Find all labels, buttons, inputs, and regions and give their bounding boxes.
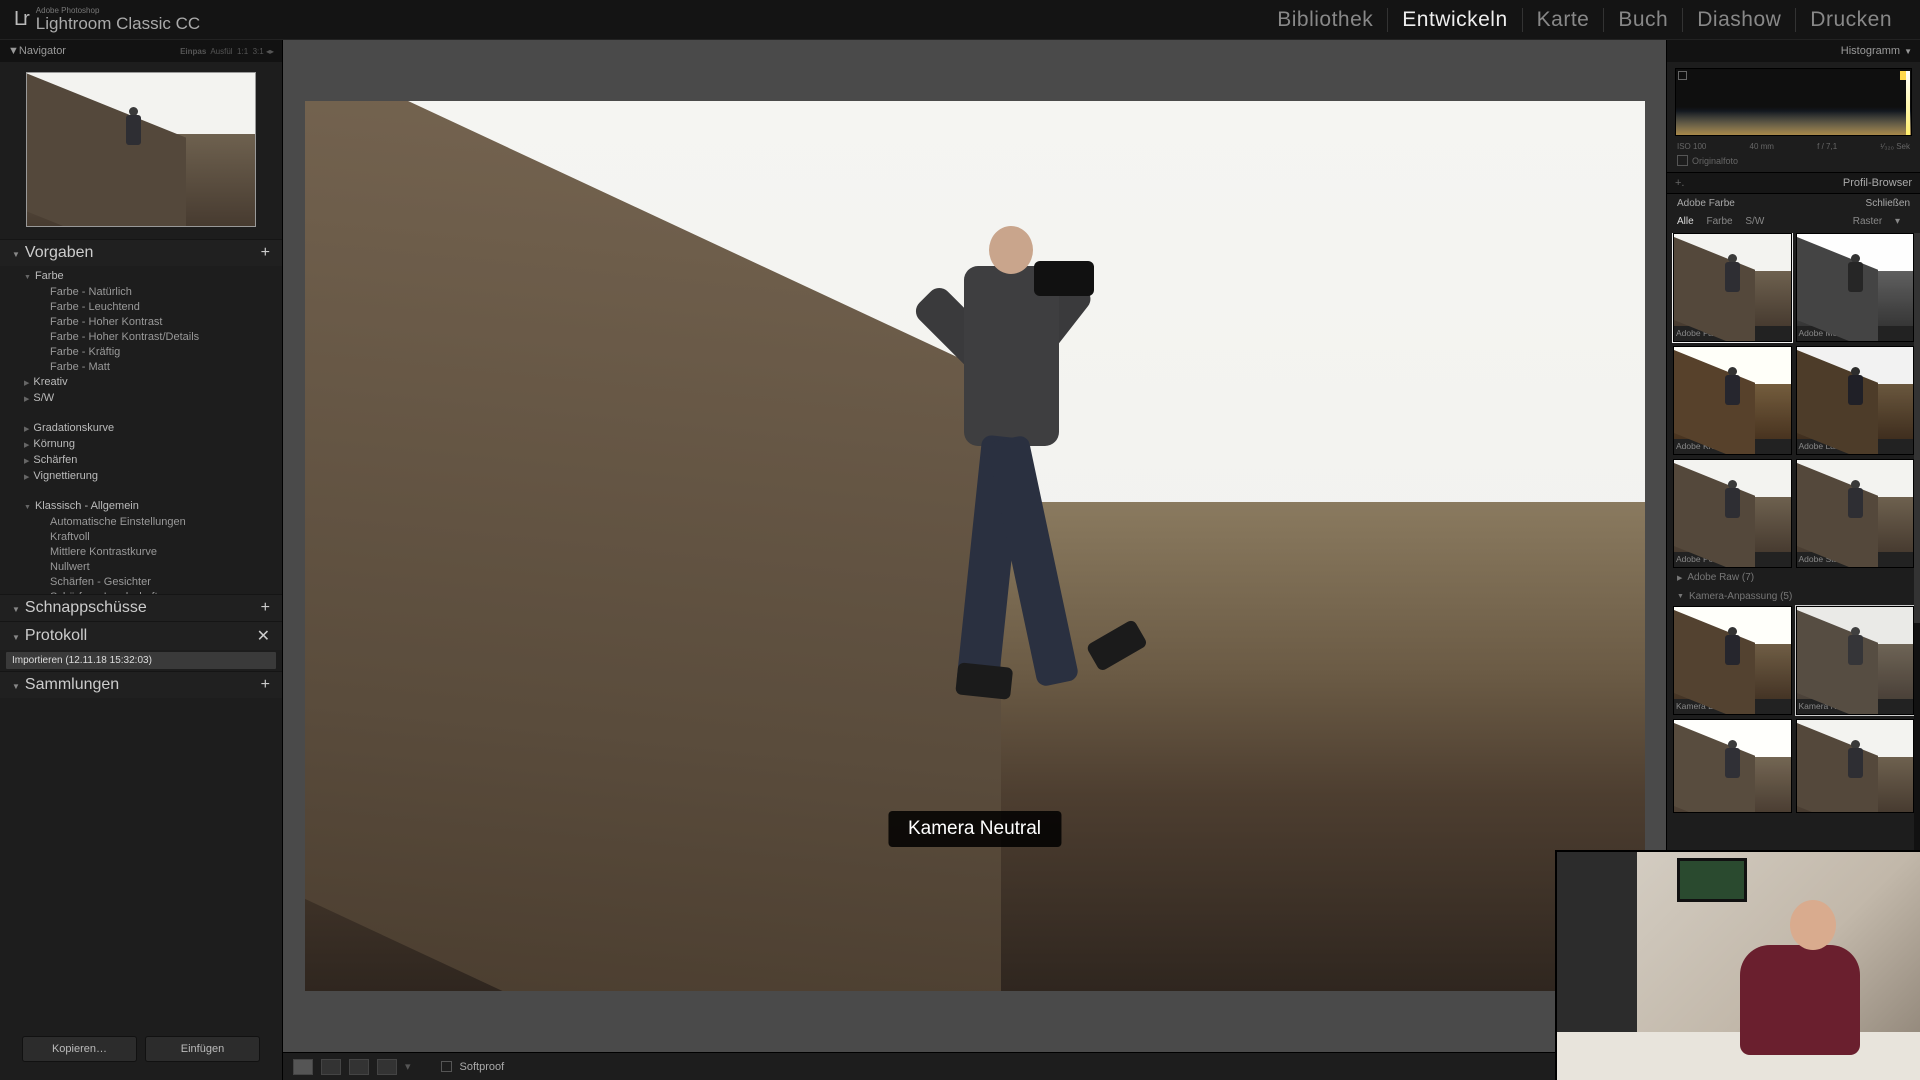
collections-section-header[interactable]: ▼Sammlungen + <box>0 671 282 698</box>
preset-item[interactable]: Nullwert <box>24 559 282 574</box>
chevron-down-icon[interactable]: ▼ <box>1904 47 1912 56</box>
preset-group-sw[interactable]: ▶S/W <box>24 390 282 406</box>
preset-item[interactable]: Farbe - Leuchtend <box>24 299 282 314</box>
profile-card[interactable]: ☆Adobe Standard <box>1796 459 1915 568</box>
exif-readout: ISO 100 40 mm f / 7,1 ¹⁄₃₂₀ Sek <box>1667 140 1920 153</box>
profile-view-mode[interactable]: Raster ▾ <box>1853 216 1900 227</box>
preset-item[interactable]: Farbe - Natürlich <box>24 284 282 299</box>
softproof-label: Softproof <box>460 1061 505 1073</box>
add-preset-icon[interactable]: + <box>261 244 270 262</box>
profile-card[interactable] <box>1673 719 1792 813</box>
preset-item[interactable]: Mittlere Kontrastkurve <box>24 544 282 559</box>
module-library[interactable]: Bibliothek <box>1263 8 1387 32</box>
profile-browser-title[interactable]: Profil-Browser <box>1843 177 1912 189</box>
filter-color[interactable]: Farbe <box>1706 216 1732 227</box>
profile-card[interactable]: ☆Adobe Portrait <box>1673 459 1792 568</box>
preset-group-kreativ[interactable]: ▶Kreativ <box>24 374 282 390</box>
filter-all[interactable]: Alle <box>1677 216 1694 227</box>
profile-card[interactable] <box>1796 719 1915 813</box>
profile-card[interactable]: ☆Adobe Landschaft <box>1796 346 1915 455</box>
before-after-tb-icon[interactable] <box>349 1059 369 1075</box>
loupe-view-icon[interactable] <box>293 1059 313 1075</box>
preset-item[interactable]: Schärfen - Gesichter <box>24 574 282 589</box>
module-develop[interactable]: Entwickeln <box>1387 8 1521 32</box>
preset-item[interactable]: Farbe - Kräftig <box>24 344 282 359</box>
profile-preview-badge: Kamera Neutral <box>888 811 1061 847</box>
add-snapshot-icon[interactable]: + <box>261 599 270 617</box>
softproof-checkbox[interactable] <box>441 1061 452 1072</box>
add-profile-icon[interactable]: +. <box>1675 177 1684 189</box>
profile-group-adobe-raw[interactable]: ▶Adobe Raw (7) <box>1667 568 1920 587</box>
before-after-lr-icon[interactable] <box>321 1059 341 1075</box>
app-brand: Lr Adobe Photoshop Lightroom Classic CC <box>14 7 200 32</box>
histogram[interactable] <box>1675 68 1912 136</box>
shadow-clip-icon[interactable] <box>1678 71 1687 80</box>
presets-tree: ▼Farbe Farbe - Natürlich Farbe - Leuchte… <box>0 266 282 594</box>
copy-settings-button[interactable]: Kopieren… <box>22 1036 137 1062</box>
before-after-split-icon[interactable] <box>377 1059 397 1075</box>
preset-item[interactable]: Farbe - Hoher Kontrast/Details <box>24 329 282 344</box>
preset-group-grad[interactable]: ▶Gradationskurve <box>24 420 282 436</box>
lightroom-logo-icon: Lr <box>14 8 28 31</box>
main-canvas[interactable]: Kamera Neutral <box>283 40 1666 1052</box>
history-entry[interactable]: Importieren (12.11.18 15:32:03) <box>6 652 276 669</box>
module-book[interactable]: Buch <box>1603 8 1682 32</box>
profile-card[interactable]: ☆Adobe Kräftig <box>1673 346 1792 455</box>
photo-preview <box>305 101 1645 991</box>
module-switcher: Bibliothek Entwickeln Karte Buch Diashow… <box>1263 8 1906 32</box>
preset-group-klass-allg[interactable]: ▼Klassisch - Allgemein <box>24 498 282 514</box>
original-checkbox[interactable] <box>1677 155 1688 166</box>
preset-group-korn[interactable]: ▶Körnung <box>24 436 282 452</box>
module-print[interactable]: Drucken <box>1795 8 1906 32</box>
profile-card[interactable]: ☆Kamera Landschaft <box>1673 606 1792 715</box>
add-collection-icon[interactable]: + <box>261 676 270 694</box>
current-profile-label: Adobe Farbe <box>1677 198 1735 209</box>
loupe-toolbar: ▾ Softproof <box>283 1052 1666 1080</box>
profile-group-camera[interactable]: ▼Kamera-Anpassung (5) <box>1667 587 1920 606</box>
navigator-title[interactable]: Navigator <box>19 45 66 57</box>
module-map[interactable]: Karte <box>1522 8 1604 32</box>
navigator-zoom-levels[interactable]: Einpas Ausfül 1:1 3:1 ◂▸ <box>180 47 274 56</box>
profile-card[interactable]: ☆Kamera Neutral <box>1796 606 1915 715</box>
profile-card[interactable]: ☆Adobe Monochrom <box>1796 233 1915 342</box>
profile-card[interactable]: ☆Adobe Farbe <box>1673 233 1792 342</box>
preset-group-scharf[interactable]: ▶Schärfen <box>24 452 282 468</box>
original-label: Originalfoto <box>1692 156 1738 166</box>
clear-history-icon[interactable]: ✕ <box>257 626 270 646</box>
close-profile-browser-button[interactable]: Schließen <box>1866 198 1910 209</box>
brand-title: Lightroom Classic CC <box>36 15 200 32</box>
preset-group-vign[interactable]: ▶Vignettierung <box>24 468 282 484</box>
module-slideshow[interactable]: Diashow <box>1682 8 1795 32</box>
presets-section-header[interactable]: ▼Vorgaben + <box>0 239 282 266</box>
navigator-preview[interactable] <box>26 72 256 227</box>
snapshots-section-header[interactable]: ▼Schnappschüsse + <box>0 594 282 621</box>
filter-bw[interactable]: S/W <box>1745 216 1764 227</box>
preset-item[interactable]: Farbe - Hoher Kontrast <box>24 314 282 329</box>
webcam-overlay <box>1555 850 1920 1080</box>
history-section-header[interactable]: ▼Protokoll ✕ <box>0 621 282 650</box>
preset-group-farbe[interactable]: ▼Farbe <box>24 268 282 284</box>
preset-item[interactable]: Kraftvoll <box>24 529 282 544</box>
histogram-title[interactable]: Histogramm <box>1841 45 1900 57</box>
paste-settings-button[interactable]: Einfügen <box>145 1036 260 1062</box>
preset-item[interactable]: Farbe - Matt <box>24 359 282 374</box>
preset-item[interactable]: Automatische Einstellungen <box>24 514 282 529</box>
